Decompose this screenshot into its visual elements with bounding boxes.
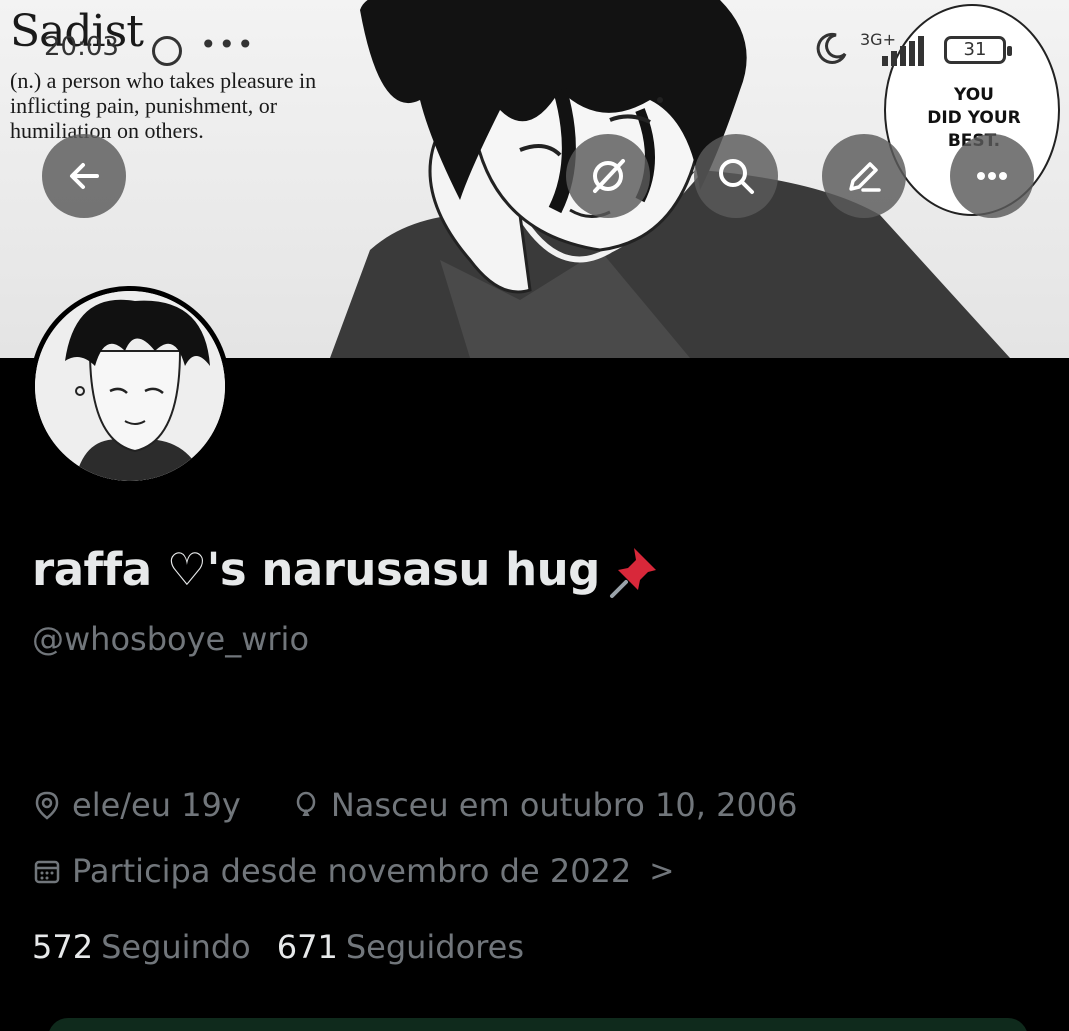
bottom-green-banner[interactable] — [48, 1018, 1028, 1031]
bubble-line: DID YOUR — [927, 108, 1021, 128]
notification-more-icon: ••• — [200, 28, 256, 61]
followers-label: Seguidores — [345, 928, 524, 966]
location-pin-icon — [35, 791, 59, 820]
following-count: 572 — [32, 928, 94, 966]
profile-avatar[interactable] — [30, 286, 230, 486]
battery-icon: 31 — [944, 36, 1012, 64]
pencil-icon — [849, 162, 881, 192]
profile-birthday: Nasceu em outubro 10, 2006 — [291, 786, 798, 824]
joined-text: Participa desde novembro de 2022 — [72, 852, 632, 890]
edit-button[interactable] — [822, 134, 906, 218]
avatar-image — [35, 291, 225, 481]
avatar-illustration — [35, 291, 225, 481]
profile-stats: 572 Seguindo 671 Seguidores — [32, 928, 550, 966]
profile-meta-row: ele/eu 19y Nasceu em outubro 10, 2006 — [32, 786, 848, 824]
status-time: 20:03 — [44, 32, 119, 62]
calendar-icon — [34, 860, 60, 884]
followers-link[interactable]: 671 Seguidores — [277, 928, 524, 966]
location-text: ele/eu 19y — [72, 786, 241, 824]
profile-location: ele/eu 19y — [32, 786, 241, 824]
grok-button[interactable] — [566, 134, 650, 218]
followers-count: 671 — [276, 928, 338, 966]
grok-icon — [593, 159, 625, 193]
do-not-disturb-moon-icon — [816, 32, 847, 64]
banner-definition-body: (n.) a person who takes pleasure in infl… — [10, 68, 317, 143]
display-name-text: raffa ♡'s narusasu hug — [32, 543, 600, 596]
signal-strength-icon — [882, 36, 924, 66]
arrow-left-icon — [70, 163, 99, 189]
birthday-text: Nasceu em outubro 10, 2006 — [330, 786, 798, 824]
following-link[interactable]: 572 Seguindo — [32, 928, 251, 966]
search-button[interactable] — [694, 134, 778, 218]
more-options-button[interactable] — [950, 134, 1034, 218]
chevron-right-icon: > — [649, 853, 675, 889]
profile-handle: @whosboye_wrio — [32, 620, 310, 658]
profile-joined-row[interactable]: Participa desde novembro de 2022 > — [32, 852, 674, 890]
following-label: Seguindo — [101, 928, 251, 966]
more-icon — [977, 172, 1007, 180]
balloon-icon — [296, 791, 316, 816]
profile-display-name: raffa ♡'s narusasu hug — [32, 542, 666, 604]
battery-level: 31 — [963, 39, 987, 60]
back-button[interactable] — [42, 134, 126, 218]
pushpin-emoji-icon — [609, 548, 656, 598]
search-icon — [719, 159, 754, 194]
bubble-line: YOU — [954, 85, 994, 105]
whatsapp-icon — [152, 36, 182, 66]
